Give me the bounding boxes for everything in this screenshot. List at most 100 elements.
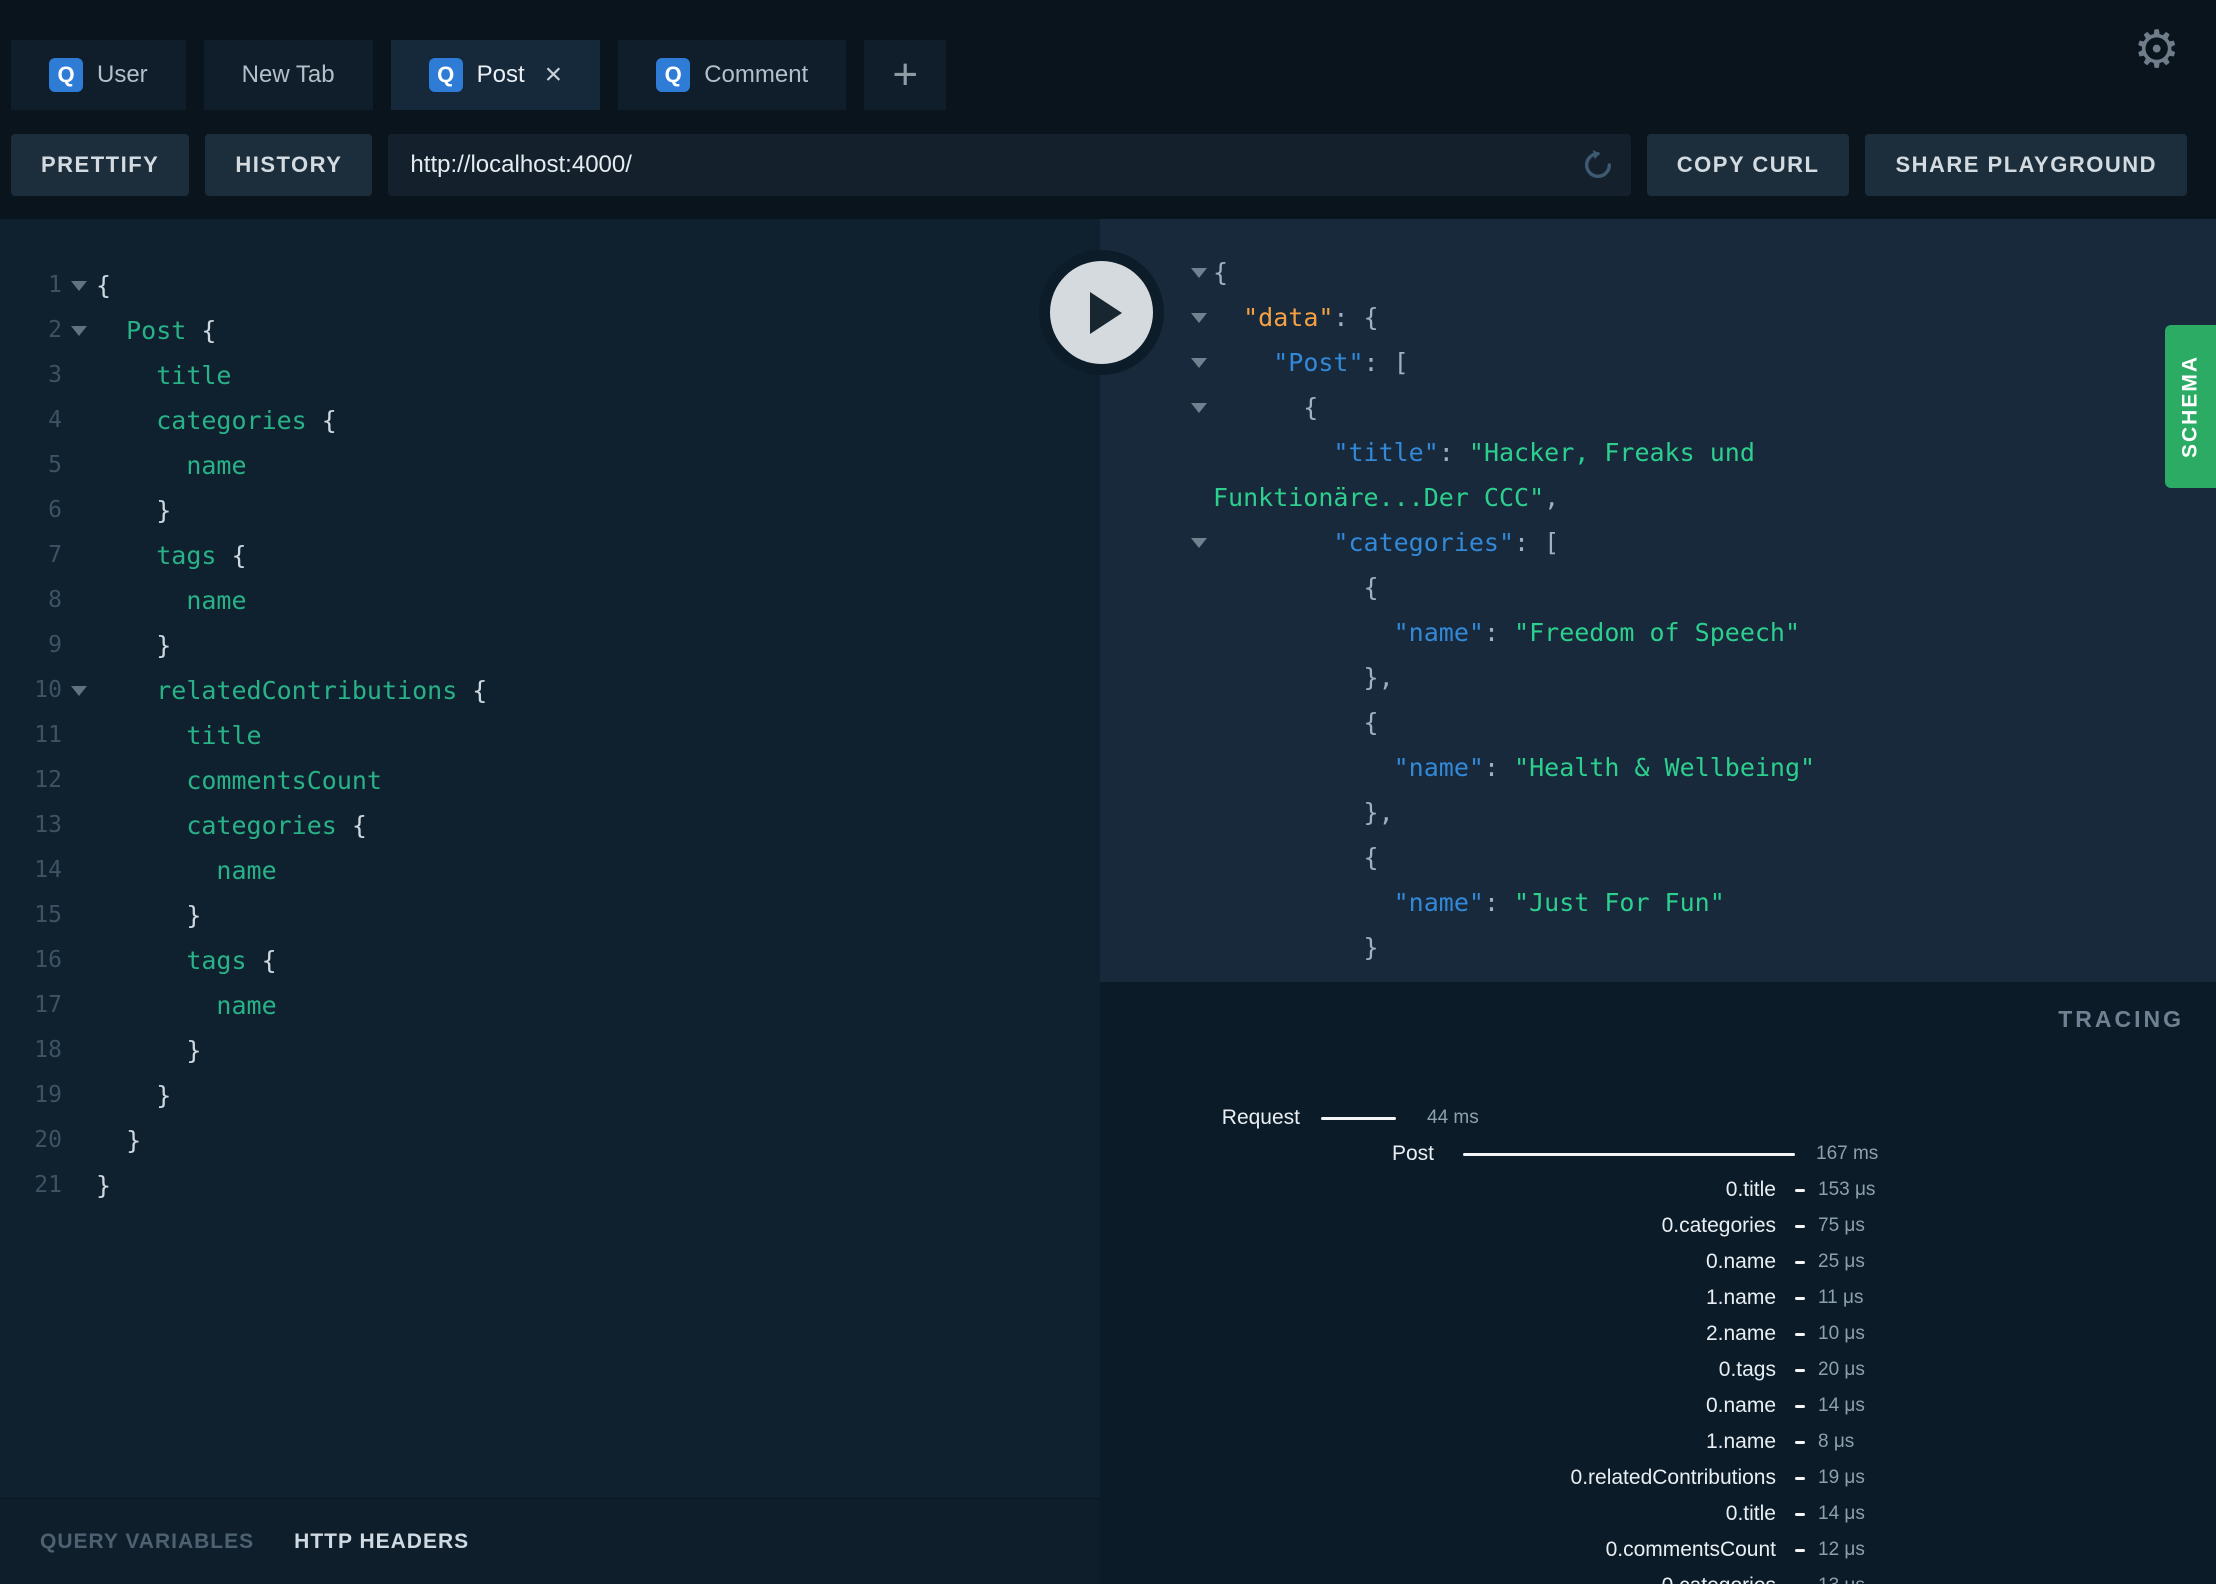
endpoint-url-input[interactable] <box>388 133 1631 196</box>
code-text: Post { <box>126 316 217 345</box>
code-text: name <box>186 586 247 615</box>
code-text: { <box>1213 393 1319 422</box>
line-number: 4 <box>48 407 62 433</box>
fold-arrow-icon[interactable] <box>62 281 96 291</box>
code-text: "name": "Freedom of Speech" <box>1393 618 1801 647</box>
tracing-time: 14 μs <box>1818 1395 1865 1416</box>
code-line: } <box>1100 925 2216 970</box>
tracing-time: 167 ms <box>1816 1143 1879 1164</box>
code-text: "Post": [ <box>1273 348 1409 377</box>
tab-comment[interactable]: Q Comment <box>618 40 847 110</box>
code-line: "data": { <box>1100 295 2216 340</box>
line-number: 5 <box>48 452 62 478</box>
execute-query-button-inner <box>1050 261 1153 364</box>
http-headers-tab[interactable]: HTTP HEADERS <box>294 1530 469 1554</box>
code-line: 5 name <box>0 443 1100 488</box>
code-text: { <box>96 271 112 300</box>
code-text: { <box>1213 258 1229 287</box>
tracing-label: 1.name <box>1705 1430 1776 1453</box>
tracing-duration-bar <box>1795 1261 1805 1264</box>
fold-arrow-icon[interactable] <box>1184 358 1213 368</box>
tracing-row: 2.name 10 μs <box>1100 1316 2216 1352</box>
code-text: } <box>126 1126 142 1155</box>
code-text: title <box>186 721 262 750</box>
history-button[interactable]: HISTORY <box>205 133 373 196</box>
tracing-row: 0.name 14 μs <box>1100 1388 2216 1424</box>
tracing-time: 153 μs <box>1818 1179 1876 1200</box>
tracing-time: 44 ms <box>1427 1107 1479 1128</box>
tracing-label: 0.relatedContributions <box>1570 1466 1776 1489</box>
line-number: 19 <box>34 1082 62 1108</box>
fold-arrow-icon[interactable] <box>62 326 96 336</box>
line-number: 20 <box>34 1127 62 1153</box>
code-line: { <box>1100 835 2216 880</box>
query-variables-tab[interactable]: QUERY VARIABLES <box>40 1530 254 1554</box>
tracing-duration-bar <box>1795 1333 1805 1336</box>
query-type-badge: Q <box>49 58 83 92</box>
response-viewer[interactable]: { "data": { "Post": [ { "title": "Hacker… <box>1100 219 2216 982</box>
line-number: 9 <box>48 632 62 658</box>
fold-arrow-icon[interactable] <box>1184 538 1213 548</box>
query-pane: 1{2 Post {3 title 4 categories {5 name 6 }… <box>0 219 1100 1584</box>
tab-bar: Q User New Tab Q Post × Q Comment + ⚙ <box>0 0 2216 110</box>
tracing-time: 12 μs <box>1818 1539 1865 1560</box>
code-text: "categories": [ <box>1333 528 1560 557</box>
tracing-duration-bar <box>1463 1153 1795 1156</box>
line-number: 7 <box>48 542 62 568</box>
line-number: 6 <box>48 497 62 523</box>
code-text: name <box>216 991 277 1020</box>
tracing-duration-bar <box>1795 1513 1805 1516</box>
code-text: } <box>156 631 172 660</box>
code-line: 21} <box>0 1163 1100 1208</box>
query-editor[interactable]: 1{2 Post {3 title 4 categories {5 name 6 }… <box>0 219 1100 1498</box>
fold-arrow-icon[interactable] <box>1184 268 1213 278</box>
tracing-duration-bar <box>1795 1189 1805 1192</box>
tracing-row: 1.name 11 μs <box>1100 1280 2216 1316</box>
tab-label: Post <box>476 61 525 88</box>
add-tab-button[interactable]: + <box>864 40 947 110</box>
tracing-duration-bar <box>1795 1369 1805 1372</box>
code-line: 2 Post { <box>0 308 1100 353</box>
tab-new-tab[interactable]: New Tab <box>203 40 373 110</box>
tracing-time: 75 μs <box>1818 1215 1865 1236</box>
tab-post[interactable]: Q Post × <box>390 40 601 110</box>
fold-arrow-icon[interactable] <box>1184 313 1213 323</box>
code-line: 11 title <box>0 713 1100 758</box>
code-line: }, <box>1100 655 2216 700</box>
tracing-label: 0.name <box>1705 1394 1776 1417</box>
code-text: "data": { <box>1243 303 1379 332</box>
code-text: } <box>156 1081 172 1110</box>
line-number: 15 <box>34 902 62 928</box>
code-text: categories { <box>156 406 337 435</box>
tracing-label: 0.name <box>1705 1250 1776 1273</box>
tracing-duration-bar <box>1795 1477 1805 1480</box>
code-text: } <box>186 1036 202 1065</box>
execute-query-button[interactable] <box>1039 250 1164 375</box>
tracing-row: 0.categories 75 μs <box>1100 1208 2216 1244</box>
reload-icon[interactable] <box>1581 148 1615 182</box>
line-number: 1 <box>48 272 62 298</box>
tab-user[interactable]: Q User <box>11 40 186 110</box>
close-tab-icon[interactable]: × <box>545 60 563 90</box>
code-line: { <box>1100 700 2216 745</box>
tracing-time: 8 μs <box>1818 1431 1855 1452</box>
copy-curl-button[interactable]: COPY CURL <box>1646 133 1850 196</box>
tracing-time: 10 μs <box>1818 1323 1865 1344</box>
share-playground-button[interactable]: SHARE PLAYGROUND <box>1865 133 2187 196</box>
code-line: 7 tags { <box>0 533 1100 578</box>
schema-side-tab[interactable]: SCHEMA <box>2165 325 2216 488</box>
tracing-rows: Request 44 ms Post 167 ms 0.title 153 μs 0.cat… <box>1100 1100 2216 1584</box>
tracing-label: 2.name <box>1705 1322 1776 1345</box>
settings-gear-icon[interactable]: ⚙ <box>2133 24 2180 76</box>
code-line: }, <box>1100 790 2216 835</box>
code-line: 15 } <box>0 893 1100 938</box>
prettify-button[interactable]: PRETTIFY <box>11 133 190 196</box>
code-line: 17 name <box>0 983 1100 1028</box>
code-line: 19 } <box>0 1073 1100 1118</box>
fold-arrow-icon[interactable] <box>62 686 96 696</box>
tracing-label: Request <box>1221 1106 1300 1129</box>
code-line: 4 categories { <box>0 398 1100 443</box>
code-text: "title": "Hacker, Freaks und <box>1333 438 1755 467</box>
tracing-label: 0.title <box>1725 1178 1776 1201</box>
fold-arrow-icon[interactable] <box>1184 403 1213 413</box>
